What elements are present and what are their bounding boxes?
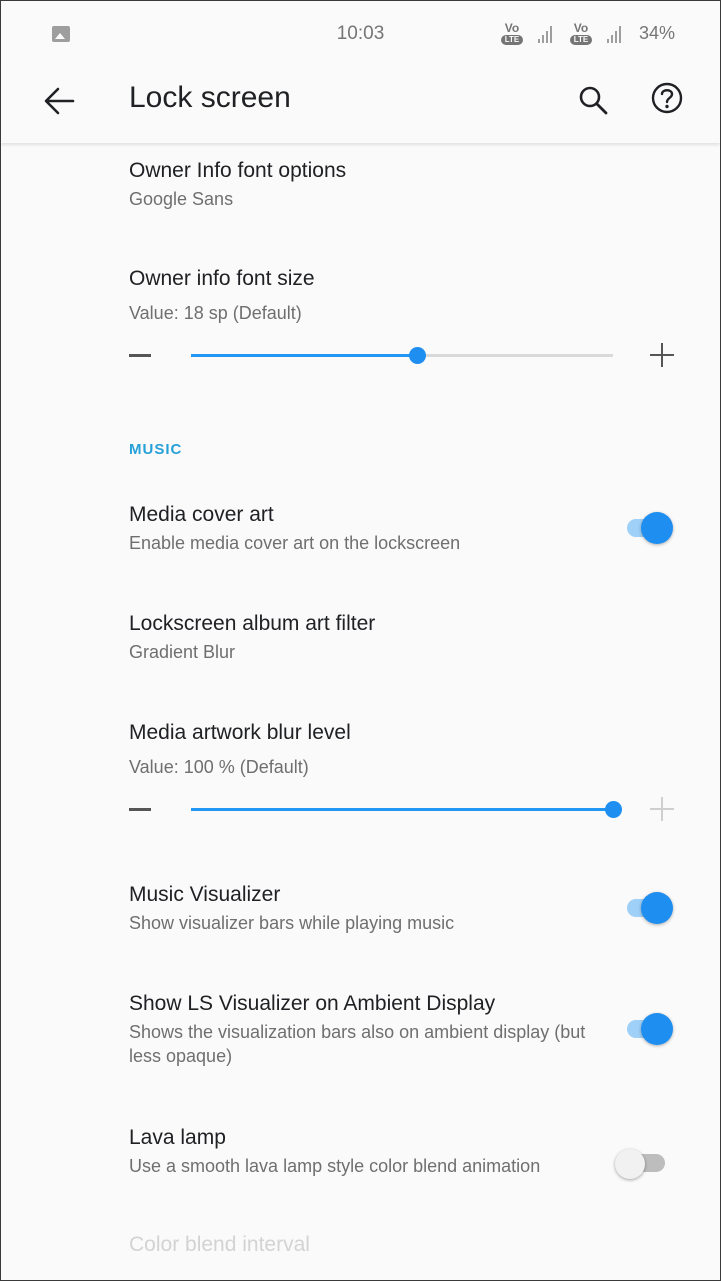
increase-button[interactable]: [650, 343, 674, 367]
arrow-back-icon: [44, 87, 75, 115]
setting-title: Lava lamp: [129, 1126, 226, 1149]
volte-label: Vo: [504, 21, 520, 35]
setting-title: Show LS Visualizer on Ambient Display: [129, 992, 496, 1015]
ls-visualizer-switch[interactable]: [625, 1012, 675, 1046]
lte-label: LTE: [570, 35, 592, 45]
ls-visualizer-ambient[interactable]: Show LS Visualizer on Ambient Display Sh…: [129, 990, 589, 1068]
music-visualizer-switch[interactable]: [625, 891, 675, 925]
signal-icon: [605, 25, 625, 43]
lava-lamp[interactable]: Lava lamp Use a smooth lava lamp style c…: [129, 1124, 549, 1200]
status-bar: 10:03 Vo LTE Vo LTE 34%: [1, 1, 720, 67]
help-button[interactable]: [645, 79, 689, 123]
setting-title: Owner Info font options: [129, 159, 347, 182]
setting-summary: Value: 18 sp (Default): [129, 303, 302, 323]
setting-title: Music Visualizer: [129, 883, 281, 906]
category-header-music: MUSIC: [129, 441, 183, 458]
page-title: Lock screen: [129, 81, 291, 114]
setting-summary: Use a smooth lava lamp style color blend…: [129, 1156, 541, 1176]
media-cover-art-switch[interactable]: [625, 511, 675, 545]
lte-label: LTE: [501, 35, 523, 45]
volte-icon: Vo LTE: [498, 21, 526, 45]
music-visualizer[interactable]: Music Visualizer Show visualizer bars wh…: [129, 881, 649, 935]
setting-title: Media artwork blur level: [129, 721, 351, 744]
signal-icon: [536, 25, 556, 43]
volte-label: Vo: [573, 21, 589, 35]
back-button[interactable]: [41, 81, 81, 121]
decrease-button[interactable]: [129, 354, 151, 357]
search-button[interactable]: [571, 79, 615, 123]
media-cover-art[interactable]: Media cover art Enable media cover art o…: [129, 501, 649, 555]
blur-level-slider[interactable]: [129, 795, 679, 825]
volte-icon: Vo LTE: [567, 21, 595, 45]
owner-info-font-options[interactable]: Owner Info font options Google Sans: [129, 157, 649, 211]
increase-button[interactable]: [650, 797, 674, 821]
slider-track[interactable]: [191, 801, 622, 818]
screen: 10:03 Vo LTE Vo LTE 34% Lock screen Owne…: [0, 0, 721, 1281]
setting-summary: Show visualizer bars while playing music: [129, 913, 455, 933]
battery-level: 34%: [639, 23, 676, 43]
slider-fill: [191, 808, 613, 811]
setting-summary: Gradient Blur: [129, 642, 236, 662]
slider-track[interactable]: [191, 347, 613, 364]
lava-lamp-switch[interactable]: [615, 1146, 677, 1180]
setting-title: Owner info font size: [129, 267, 315, 290]
setting-summary: Shows the visualization bars also on amb…: [129, 1022, 586, 1066]
media-artwork-blur-level: Media artwork blur level Value: 100 % (D…: [129, 719, 649, 779]
album-art-filter[interactable]: Lockscreen album art filter Gradient Blu…: [129, 610, 649, 664]
slider-thumb[interactable]: [605, 801, 622, 818]
owner-info-font-size: Owner info font size Value: 18 sp (Defau…: [129, 265, 649, 325]
search-icon: [579, 86, 608, 115]
slider-thumb[interactable]: [408, 347, 426, 364]
owner-font-size-slider[interactable]: [129, 341, 679, 371]
help-icon: [651, 82, 683, 114]
app-bar: Lock screen: [1, 67, 720, 143]
color-blend-interval[interactable]: Color blend interval: [129, 1231, 310, 1251]
setting-title: Lockscreen album art filter: [129, 612, 376, 635]
setting-summary: Google Sans: [129, 189, 234, 209]
setting-title: Media cover art: [129, 503, 274, 526]
decrease-button[interactable]: [129, 808, 151, 811]
setting-summary: Enable media cover art on the lockscreen: [129, 533, 461, 553]
setting-summary: Value: 100 % (Default): [129, 757, 309, 777]
slider-fill: [191, 354, 417, 357]
